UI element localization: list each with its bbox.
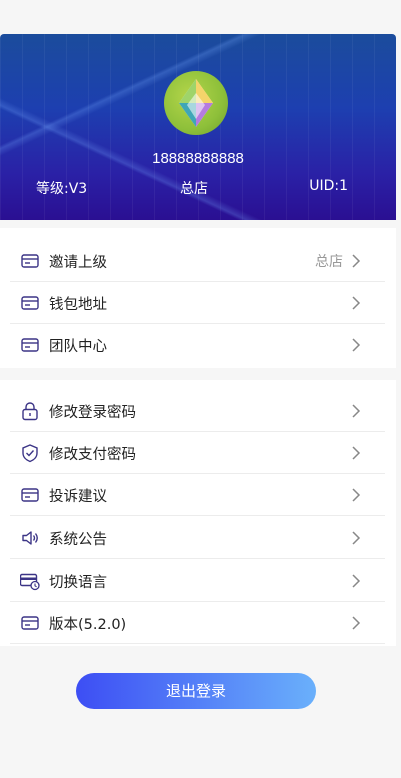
card-icon — [21, 488, 39, 502]
menu-item-version[interactable]: 版本(5.2.0) — [10, 602, 385, 644]
menu-item-invite-superior[interactable]: 邀请上级 总店 — [10, 240, 385, 282]
card-icon — [21, 338, 39, 352]
menu-item-label: 修改登录密码 — [49, 405, 136, 421]
chevron-right-icon — [352, 446, 361, 460]
chevron-right-icon — [352, 574, 361, 588]
menu-item-wallet-address[interactable]: 钱包地址 — [10, 282, 385, 324]
gem-icon — [179, 79, 213, 127]
lock-icon — [22, 402, 38, 421]
menu-item-team-center[interactable]: 团队中心 — [10, 324, 385, 366]
chevron-right-icon — [352, 616, 361, 630]
level-label: 等级:V3 — [36, 181, 88, 197]
menu-item-value: 总店 — [315, 254, 343, 270]
logout-button[interactable]: 退出登录 — [76, 673, 316, 709]
chevron-right-icon — [352, 488, 361, 502]
phone-number: 18888888888 — [152, 150, 244, 167]
menu-item-complaints-suggestions[interactable]: 投诉建议 — [10, 474, 385, 516]
menu-item-change-login-password[interactable]: 修改登录密码 — [10, 390, 385, 432]
card-icon — [21, 254, 39, 268]
menu-item-label: 切换语言 — [49, 575, 107, 591]
menu-item-label: 钱包地址 — [49, 297, 107, 313]
menu-item-label: 团队中心 — [49, 339, 107, 355]
chevron-right-icon — [352, 404, 361, 418]
menu-item-label: 邀请上级 — [49, 255, 107, 271]
profile-info-row: 等级:V3 总店 UID:1 — [0, 178, 396, 198]
chevron-right-icon — [352, 296, 361, 310]
chevron-right-icon — [352, 254, 361, 268]
credit-card-clock-icon — [20, 573, 40, 591]
shield-icon — [22, 444, 38, 463]
store-label: 总店 — [180, 181, 208, 197]
uid-label: UID:1 — [309, 178, 348, 194]
speaker-icon — [22, 531, 38, 545]
profile-header: 18888888888 等级:V3 总店 UID:1 — [0, 34, 396, 220]
menu-card-settings: 修改登录密码 修改支付密码 投诉建议 系统公告 切换语言 版本(5.2.0) — [0, 380, 396, 646]
menu-item-label: 投诉建议 — [49, 489, 107, 505]
menu-item-system-announcement[interactable]: 系统公告 — [10, 517, 385, 559]
menu-item-switch-language[interactable]: 切换语言 — [10, 560, 385, 602]
card-icon — [21, 296, 39, 310]
menu-item-change-payment-password[interactable]: 修改支付密码 — [10, 432, 385, 474]
avatar[interactable] — [164, 71, 228, 135]
menu-item-label: 系统公告 — [49, 532, 107, 548]
card-icon — [21, 616, 39, 630]
menu-item-label: 修改支付密码 — [49, 447, 136, 463]
menu-card-account: 邀请上级 总店 钱包地址 团队中心 — [0, 228, 396, 368]
menu-item-label: 版本(5.2.0) — [49, 617, 127, 633]
chevron-right-icon — [352, 338, 361, 352]
chevron-right-icon — [352, 531, 361, 545]
